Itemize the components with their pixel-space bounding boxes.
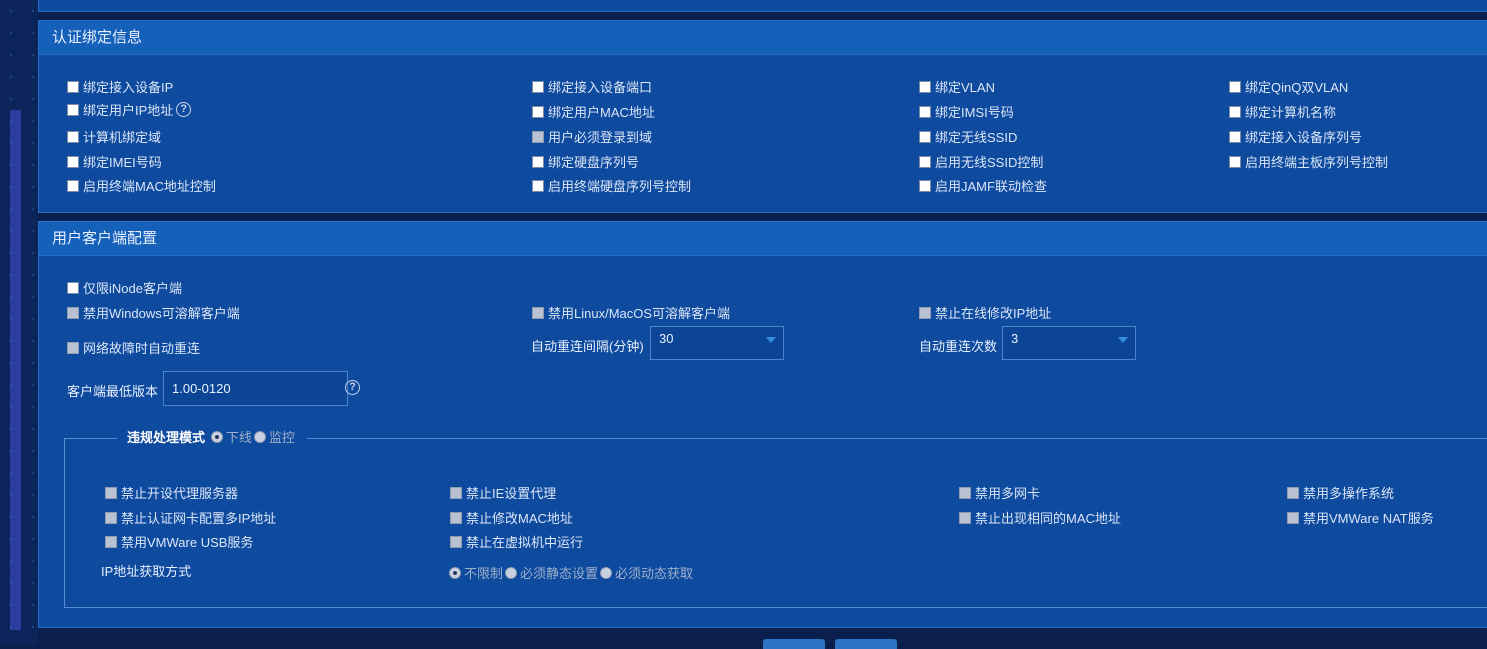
forbid-multi-ip-checkbox[interactable]: 禁止认证网卡配置多IP地址 (105, 508, 276, 527)
checkbox-box[interactable] (959, 511, 971, 524)
checkbox-box[interactable] (1229, 105, 1241, 118)
checkbox-box[interactable] (450, 535, 462, 548)
checkbox-box[interactable] (532, 105, 544, 118)
mode-monitor-radio[interactable] (254, 430, 267, 443)
checkbox-box[interactable] (67, 80, 79, 93)
reconnect-interval-label: 自动重连间隔(分钟) (531, 339, 644, 354)
checkbox-box[interactable] (67, 179, 79, 192)
bind-device-serial-checkbox[interactable]: 绑定接入设备序列号 (1229, 127, 1362, 146)
forbid-duplicate-mac-checkbox[interactable]: 禁止出现相同的MAC地址 (959, 508, 1121, 527)
help-icon[interactable]: ? (345, 380, 360, 395)
bind-computer-name-checkbox[interactable]: 绑定计算机名称 (1229, 102, 1336, 121)
computer-domain-checkbox[interactable]: 计算机绑定域 (67, 127, 161, 146)
board-serial-control-checkbox[interactable]: 启用终端主板序列号控制 (1229, 152, 1388, 171)
forbid-multi-nic-checkbox[interactable]: 禁用多网卡 (959, 483, 1040, 502)
client-config-panel: 用户客户端配置 仅限iNode客户端 禁用Windows可溶解客户端 禁用Lin… (38, 221, 1487, 628)
violation-mode-title: 违规处理模式 (127, 430, 206, 445)
forbid-proxy-server-checkbox[interactable]: 禁止开设代理服务器 (105, 483, 238, 502)
checkbox-box[interactable] (1229, 130, 1241, 143)
footer-button-cancel[interactable] (835, 639, 897, 649)
checkbox-box[interactable] (67, 306, 79, 319)
disable-windows-client-checkbox[interactable]: 禁用Windows可溶解客户端 (67, 303, 240, 322)
footer-button-ok[interactable] (763, 639, 825, 649)
forbid-ip-change-checkbox[interactable]: 禁止在线修改IP地址 (919, 303, 1051, 322)
forbid-ie-proxy-checkbox[interactable]: 禁止IE设置代理 (450, 483, 556, 502)
ip-dynamic-radio[interactable] (600, 566, 613, 579)
checkbox-box[interactable] (67, 155, 79, 168)
min-version-label: 客户端最低版本 (67, 384, 159, 399)
checkbox-box[interactable] (67, 281, 79, 294)
checkbox-box[interactable] (532, 306, 544, 319)
checkbox-box[interactable] (105, 535, 117, 548)
bind-device-port-checkbox[interactable]: 绑定接入设备端口 (532, 77, 652, 96)
checkbox-box[interactable] (532, 130, 544, 143)
checkbox-box[interactable] (105, 486, 117, 499)
previous-panel-edge (38, 0, 1487, 12)
violation-fieldset: 违规处理模式 下线 监控 禁止开设代理服务器 禁止IE设置代理 禁用多网卡 禁用… (64, 427, 1487, 608)
checkbox-box[interactable] (67, 341, 79, 354)
checkbox-box[interactable] (1287, 511, 1299, 524)
mode-offline-radio[interactable] (211, 430, 224, 443)
ip-unlimited-radio[interactable] (449, 566, 461, 579)
client-config-title: 用户客户端配置 (39, 222, 1487, 256)
bind-imsi-checkbox[interactable]: 绑定IMSI号码 (919, 102, 1014, 121)
dropdown-arrow-icon[interactable] (1118, 337, 1128, 343)
checkbox-box[interactable] (919, 130, 931, 143)
min-version-input[interactable]: 1.00-0120 (163, 371, 348, 406)
bind-ssid-checkbox[interactable]: 绑定无线SSID (919, 127, 1017, 146)
mac-control-checkbox[interactable]: 启用终端MAC地址控制 (67, 176, 216, 195)
forbid-vmware-usb-checkbox[interactable]: 禁用VMWare USB服务 (105, 532, 253, 551)
forbid-mac-change-checkbox[interactable]: 禁止修改MAC地址 (450, 508, 573, 527)
checkbox-box[interactable] (450, 486, 462, 499)
dropdown-arrow-icon[interactable] (766, 337, 776, 343)
checkbox-box[interactable] (919, 306, 931, 319)
bind-vlan-checkbox[interactable]: 绑定VLAN (919, 77, 995, 96)
reconnect-count-label: 自动重连次数 (919, 339, 998, 354)
checkbox-box[interactable] (919, 105, 931, 118)
reconnect-interval-select[interactable]: 30 (650, 326, 784, 360)
help-icon[interactable]: ? (176, 102, 192, 117)
checkbox-box[interactable] (1229, 155, 1241, 168)
reconnect-count-select[interactable]: 3 (1002, 326, 1136, 360)
forbid-vmware-nat-checkbox[interactable]: 禁用VMWare NAT服务 (1287, 508, 1434, 527)
bind-user-ip-checkbox[interactable]: 绑定用户IP地址? (67, 100, 192, 119)
bind-disk-serial-checkbox[interactable]: 绑定硬盘序列号 (532, 152, 639, 171)
ip-method-label: IP地址获取方式 (101, 564, 192, 579)
checkbox-box[interactable] (959, 486, 971, 499)
ip-method-radio-group: 不限制 必须静态设置 必须动态获取 (449, 563, 695, 582)
checkbox-box[interactable] (532, 179, 544, 192)
bind-user-mac-checkbox[interactable]: 绑定用户MAC地址 (532, 102, 655, 121)
checkbox-box[interactable] (532, 155, 544, 168)
inode-only-checkbox[interactable]: 仅限iNode客户端 (67, 278, 182, 297)
disable-linux-client-checkbox[interactable]: 禁用Linux/MacOS可溶解客户端 (532, 303, 730, 322)
checkbox-box[interactable] (105, 511, 117, 524)
bind-qinq-checkbox[interactable]: 绑定QinQ双VLAN (1229, 77, 1348, 96)
forbid-vm-run-checkbox[interactable]: 禁止在虚拟机中运行 (450, 532, 583, 551)
checkbox-box[interactable] (450, 511, 462, 524)
auth-binding-panel: 认证绑定信息 绑定接入设备IP 绑定接入设备端口 绑定VLAN 绑定QinQ双V… (38, 20, 1487, 213)
checkbox-box[interactable] (67, 103, 79, 116)
forbid-multi-os-checkbox[interactable]: 禁用多操作系统 (1287, 483, 1394, 502)
ssid-control-checkbox[interactable]: 启用无线SSID控制 (919, 152, 1043, 171)
auto-reconnect-checkbox[interactable]: 网络故障时自动重连 (67, 338, 200, 357)
checkbox-box[interactable] (67, 130, 79, 143)
checkbox-box[interactable] (1229, 80, 1241, 93)
auth-binding-title: 认证绑定信息 (39, 21, 1487, 55)
jamf-check-checkbox[interactable]: 启用JAMF联动检查 (919, 176, 1047, 195)
checkbox-box[interactable] (532, 80, 544, 93)
ip-static-radio[interactable] (505, 566, 518, 579)
disk-serial-control-checkbox[interactable]: 启用终端硬盘序列号控制 (532, 176, 691, 195)
checkbox-box[interactable] (919, 155, 931, 168)
must-login-domain-checkbox[interactable]: 用户必须登录到域 (532, 127, 652, 146)
checkbox-box[interactable] (919, 80, 931, 93)
checkbox-box[interactable] (919, 179, 931, 192)
violation-legend: 违规处理模式 下线 监控 (117, 427, 308, 446)
checkbox-box[interactable] (1287, 486, 1299, 499)
bind-device-ip-checkbox[interactable]: 绑定接入设备IP (67, 77, 173, 96)
bind-imei-checkbox[interactable]: 绑定IMEI号码 (67, 152, 162, 171)
